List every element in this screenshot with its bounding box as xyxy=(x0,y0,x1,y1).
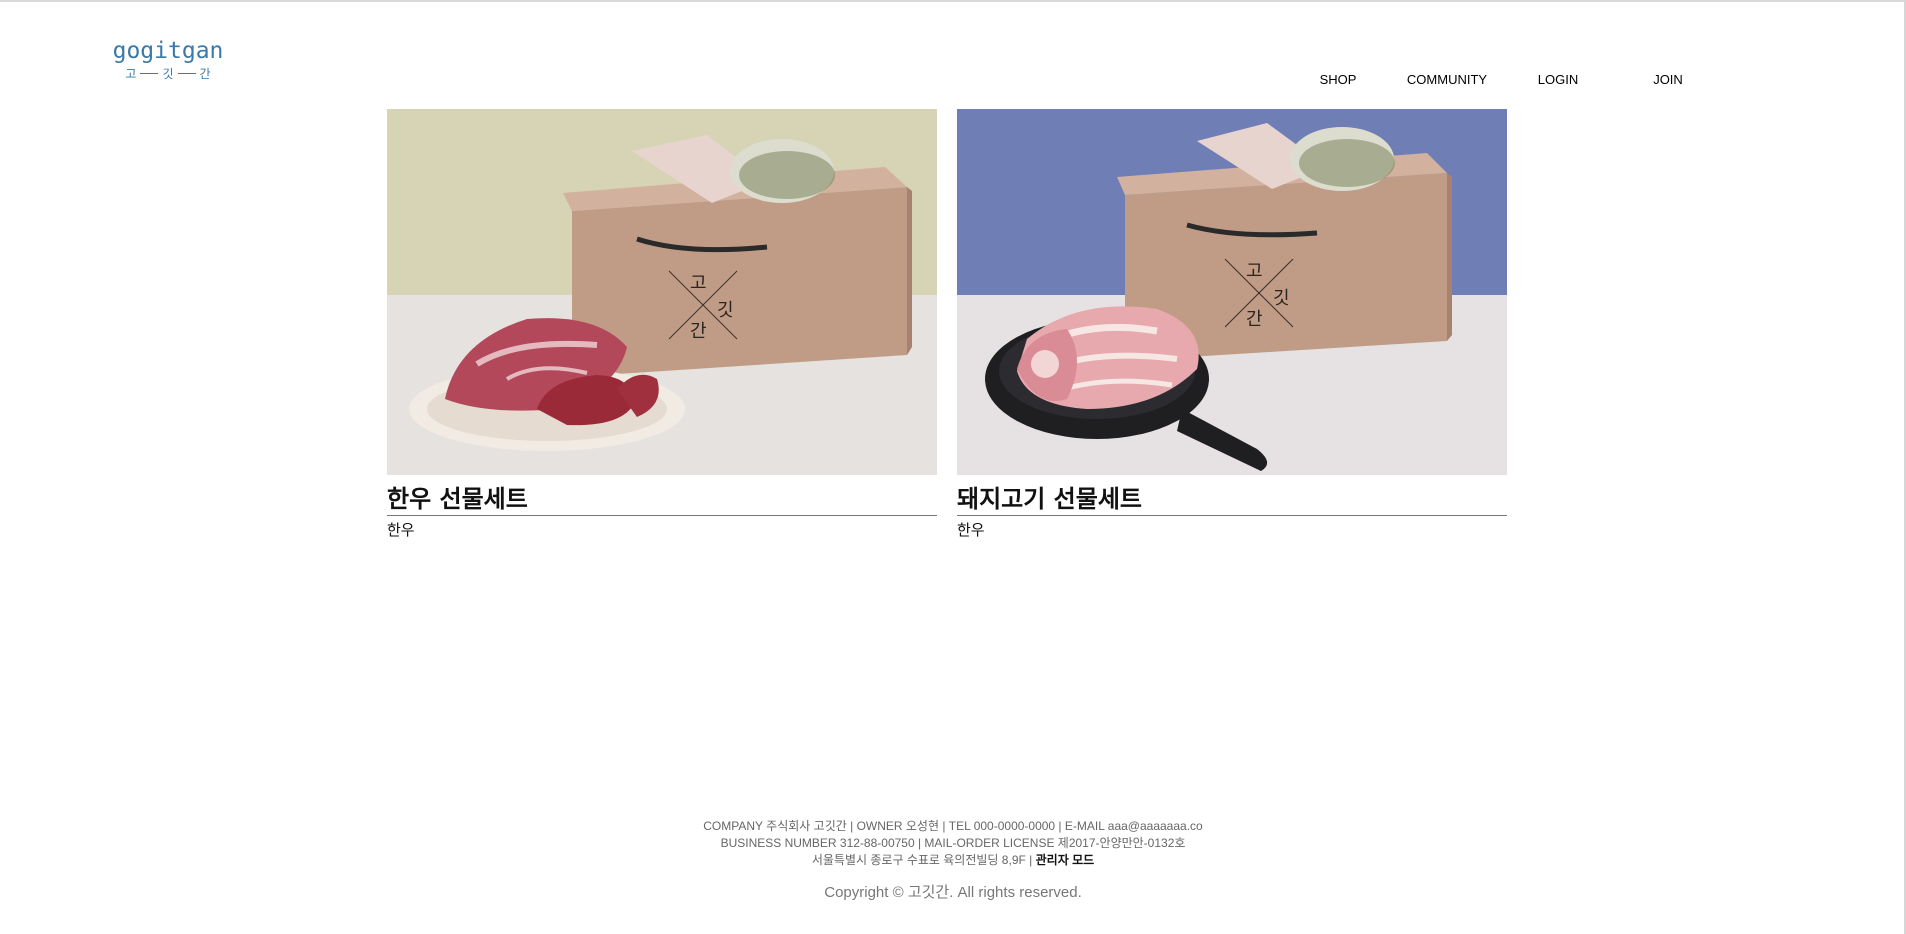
box-mark-3: 간 xyxy=(690,321,707,342)
box-mark-1: 고 xyxy=(1246,261,1263,282)
box-mark-2: 깃 xyxy=(1273,288,1290,309)
product-title[interactable]: 돼지고기 선물세트 xyxy=(957,484,1507,516)
logo-subtitle: 고 깃 간 xyxy=(125,67,211,81)
product-title[interactable]: 한우 선물세트 xyxy=(387,484,937,516)
nav-shop[interactable]: SHOP xyxy=(1320,72,1357,87)
product-photo[interactable]: 고 깃 간 xyxy=(957,109,1507,475)
box-mark-3: 간 xyxy=(1246,309,1263,330)
footer-address: 서울특별시 종로구 수표로 육의전빌딩 8,9F | 관리자 모드 xyxy=(0,852,1906,869)
nav-join[interactable]: JOIN xyxy=(1653,72,1683,87)
box-mark-2: 깃 xyxy=(717,300,734,321)
product-category: 한우 xyxy=(387,521,415,539)
nav-community[interactable]: COMMUNITY xyxy=(1407,72,1487,87)
footer-address-text: 서울특별시 종로구 수표로 육의전빌딩 8,9F | xyxy=(811,853,1033,867)
footer-business-info: BUSINESS NUMBER 312-88-00750 | MAIL-ORDE… xyxy=(720,836,1186,850)
product-list: 고 깃 간 한우 선물세트 한우 고 깃 간 돼지고기 선물세트 한우 xyxy=(387,109,1507,549)
footer-copyright: Copyright © 고깃간. All rights reserved. xyxy=(824,884,1082,901)
logo[interactable]: gogitgan 고 깃 간 xyxy=(108,38,228,84)
product-card-hanwoo[interactable]: 고 깃 간 한우 선물세트 한우 xyxy=(387,109,937,540)
product-card-pork[interactable]: 고 깃 간 돼지고기 선물세트 한우 xyxy=(957,109,1507,540)
product-photo[interactable]: 고 깃 간 xyxy=(387,109,937,475)
nav-login[interactable]: LOGIN xyxy=(1538,72,1578,87)
top-border xyxy=(0,0,1906,2)
box-mark-1: 고 xyxy=(690,273,707,294)
admin-mode-link[interactable]: 관리자 모드 xyxy=(1036,853,1095,867)
product-image-pork: 고 깃 간 xyxy=(957,109,1507,475)
footer: COMPANY 주식회사 고깃간 | OWNER 오성현 | TEL 000-0… xyxy=(0,818,1906,902)
logo-text: gogitgan xyxy=(112,38,224,64)
footer-company-info: COMPANY 주식회사 고깃간 | OWNER 오성현 | TEL 000-0… xyxy=(703,819,1203,833)
product-category: 한우 xyxy=(957,521,985,539)
product-image-hanwoo: 고 깃 간 xyxy=(387,109,937,475)
